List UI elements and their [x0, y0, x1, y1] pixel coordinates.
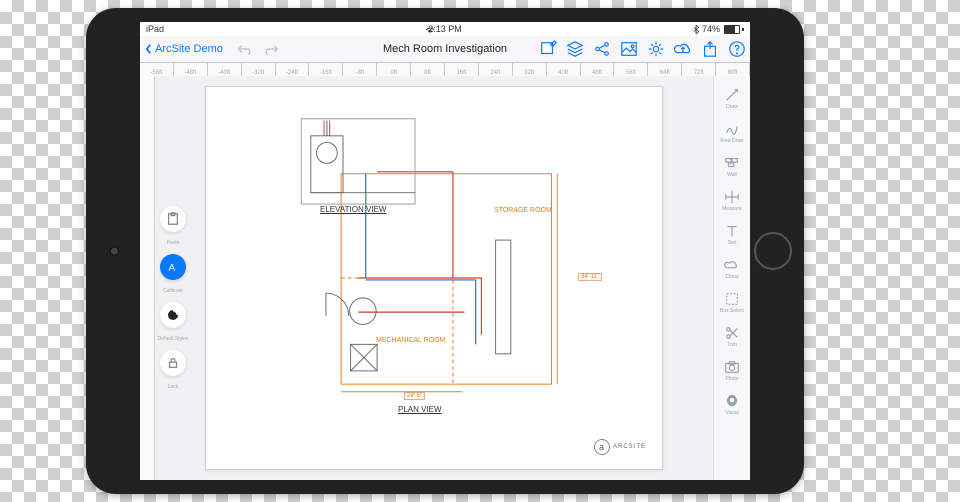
- logo-mark-icon: a: [594, 439, 610, 455]
- status-bar: iPad 2:13 PM 74%: [140, 22, 750, 36]
- settings-icon[interactable]: [647, 40, 665, 58]
- drawing-content: ELEVATION VIEW PLAN VIEW STORAGE ROOM ME…: [216, 97, 652, 459]
- status-device: iPad: [146, 24, 164, 34]
- default-styles-button[interactable]: [160, 302, 186, 328]
- chevron-left-icon: [144, 43, 153, 55]
- help-icon[interactable]: [728, 40, 746, 58]
- ruler-vertical: [140, 76, 155, 480]
- status-battery-text: 74%: [702, 24, 720, 34]
- toolbar-actions: [539, 40, 746, 58]
- ipad-screen: iPad 2:13 PM 74% ArcSite Demo Mech Room …: [140, 22, 750, 480]
- dim-bottom: 29' 5": [404, 392, 425, 400]
- status-time: 2:13 PM: [428, 24, 462, 34]
- bluetooth-icon: [693, 25, 699, 34]
- box-select-tool[interactable]: Box Select: [717, 286, 747, 318]
- visual-tool[interactable]: Visual: [717, 388, 747, 420]
- svg-text:A: A: [169, 263, 176, 274]
- edit-icon[interactable]: [539, 40, 557, 58]
- storage-room-label: STORAGE ROOM: [494, 207, 552, 214]
- image-icon[interactable]: [620, 40, 638, 58]
- camera-dot: [110, 247, 119, 256]
- free-draw-tool[interactable]: Free Draw: [717, 116, 747, 148]
- back-label: ArcSite Demo: [155, 43, 223, 55]
- home-button[interactable]: [754, 232, 792, 270]
- ipad-frame: iPad 2:13 PM 74% ArcSite Demo Mech Room …: [86, 8, 804, 494]
- brand-text: ARCSITE: [613, 444, 646, 450]
- brand-logo: a ARCSITE: [594, 439, 646, 455]
- back-button[interactable]: ArcSite Demo: [144, 43, 223, 55]
- document-title: Mech Room Investigation: [383, 43, 507, 55]
- battery-icon: [724, 25, 740, 34]
- draw-tool[interactable]: Draw: [717, 82, 747, 114]
- mech-room-label: MECHANICAL ROOM: [376, 337, 445, 344]
- layers-icon[interactable]: [566, 40, 584, 58]
- left-palette: Paste A Calibrate Default Styles Lock: [155, 206, 191, 390]
- paste-button[interactable]: [160, 206, 186, 232]
- wall-tool[interactable]: Wall: [717, 150, 747, 182]
- cloud-tool[interactable]: Cloud: [717, 252, 747, 284]
- calibrate-button[interactable]: A: [160, 254, 186, 280]
- workspace: Paste A Calibrate Default Styles Lock: [140, 76, 750, 480]
- dim-right: 34' 11": [578, 273, 602, 281]
- lock-button[interactable]: [160, 350, 186, 376]
- drawing-sheet: ELEVATION VIEW PLAN VIEW STORAGE ROOM ME…: [205, 86, 663, 470]
- photo-tool[interactable]: Photo: [717, 354, 747, 386]
- plan-view-label: PLAN VIEW: [398, 405, 442, 414]
- trim-tool[interactable]: Trim: [717, 320, 747, 352]
- measure-tool[interactable]: Measure: [717, 184, 747, 216]
- redo-icon[interactable]: [263, 42, 279, 56]
- canvas[interactable]: Paste A Calibrate Default Styles Lock: [155, 76, 713, 480]
- app-toolbar: ArcSite Demo Mech Room Investigation: [140, 36, 750, 63]
- cloud-upload-icon[interactable]: [674, 40, 692, 58]
- text-tool[interactable]: Text: [717, 218, 747, 250]
- export-icon[interactable]: [701, 40, 719, 58]
- right-toolbar: Draw Free Draw Wall Measure Text Cloud B…: [713, 76, 750, 480]
- undo-icon[interactable]: [237, 42, 253, 56]
- undo-redo-group: [237, 42, 279, 56]
- share-nodes-icon[interactable]: [593, 40, 611, 58]
- elevation-view-label: ELEVATION VIEW: [320, 205, 386, 214]
